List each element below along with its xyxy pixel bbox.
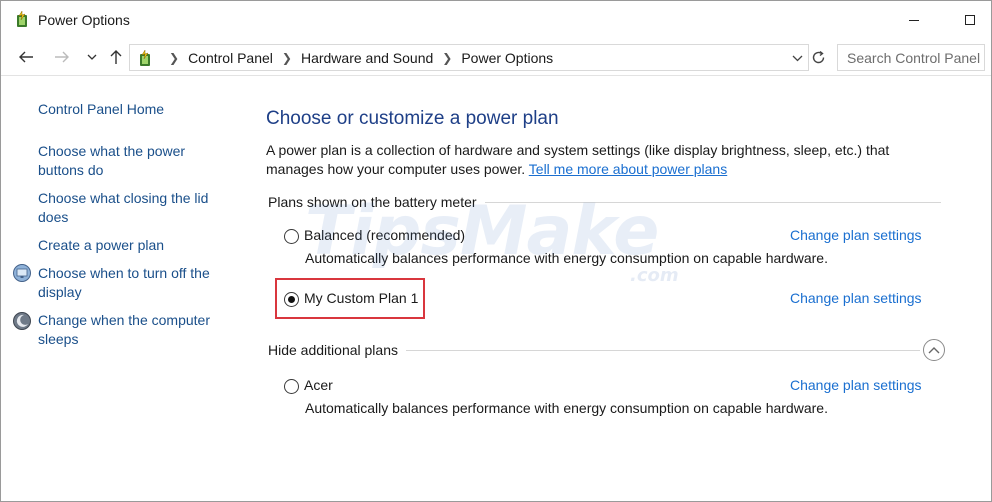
change-plan-settings-link[interactable]: Change plan settings: [790, 377, 922, 393]
choose-power-buttons-link[interactable]: Choose what the power buttons do: [38, 142, 228, 180]
refresh-icon: [812, 50, 824, 63]
turn-off-display-link[interactable]: Choose when to turn off the display: [38, 264, 228, 302]
arrow-up-icon: [110, 50, 122, 64]
back-button[interactable]: [15, 46, 37, 68]
battery-plans-heading: Plans shown on the battery meter: [268, 194, 485, 210]
window-title: Power Options: [38, 12, 130, 28]
maximize-icon: [965, 15, 975, 25]
change-plan-settings-link[interactable]: Change plan settings: [790, 290, 922, 306]
page-title: Choose or customize a power plan: [266, 108, 559, 129]
sidebar-link-line: Choose when to turn off the: [38, 265, 210, 281]
display-icon: [13, 264, 31, 282]
moon-sleep-icon: [13, 312, 31, 330]
plan-description: Automatically balances performance with …: [305, 250, 828, 266]
sidebar-link-line: sleeps: [38, 331, 79, 347]
breadcrumb: ❯ Control Panel ❯ Hardware and Sound ❯ P…: [160, 50, 553, 66]
plan-name[interactable]: Acer: [304, 377, 333, 393]
arrow-right-icon: [55, 51, 69, 63]
breadcrumb-separator-icon[interactable]: ❯: [282, 51, 292, 65]
breadcrumb-power-options[interactable]: Power Options: [461, 50, 553, 66]
additional-plans-heading[interactable]: Hide additional plans: [268, 342, 406, 358]
choose-closing-lid-link[interactable]: Choose what closing the lid does: [38, 189, 228, 227]
arrow-left-icon: [19, 51, 33, 63]
control-panel-home-link[interactable]: Control Panel Home: [38, 100, 228, 119]
sidebar-link-line: Create a power plan: [38, 237, 165, 253]
collapse-additional-plans-button[interactable]: [923, 339, 945, 361]
main-content: Choose or customize a power plan A power…: [266, 77, 956, 501]
sidebar-link-line: Choose what the power: [38, 143, 186, 159]
minimize-icon: [909, 19, 919, 21]
page-description: A power plan is a collection of hardware…: [266, 141, 926, 179]
chevron-down-icon: [792, 55, 802, 61]
plan-acer-radio[interactable]: [284, 379, 299, 394]
maximize-button[interactable]: [947, 3, 992, 37]
sidebar-link-line: does: [38, 209, 69, 225]
recent-locations-button[interactable]: [81, 46, 103, 68]
chevron-down-icon: [87, 54, 97, 60]
breadcrumb-separator-icon[interactable]: ❯: [169, 51, 179, 65]
highlight-box: [275, 278, 425, 319]
search-input[interactable]: [838, 45, 984, 70]
control-panel-icon: [140, 49, 150, 66]
sidebar: Control Panel Home Choose what the power…: [1, 77, 241, 501]
create-power-plan-link[interactable]: Create a power plan: [38, 236, 228, 255]
plan-name[interactable]: Balanced (recommended): [304, 227, 465, 243]
breadcrumb-separator-icon[interactable]: ❯: [442, 51, 452, 65]
sidebar-link-line: Change when the computer: [38, 312, 210, 328]
sidebar-link-line: display: [38, 284, 82, 300]
minimize-button[interactable]: [891, 3, 937, 37]
address-bar[interactable]: ❯ Control Panel ❯ Hardware and Sound ❯ P…: [129, 44, 809, 71]
search-box[interactable]: [837, 44, 985, 71]
up-button[interactable]: [105, 46, 127, 68]
plan-description: Automatically balances performance with …: [305, 400, 828, 416]
computer-sleeps-link[interactable]: Change when the computer sleeps: [38, 311, 228, 349]
change-plan-settings-link[interactable]: Change plan settings: [790, 227, 922, 243]
chevron-up-icon: [928, 347, 940, 354]
sidebar-link-line: buttons do: [38, 162, 104, 178]
breadcrumb-hardware-and-sound[interactable]: Hardware and Sound: [301, 50, 433, 66]
power-options-icon: [17, 10, 27, 27]
learn-more-link[interactable]: Tell me more about power plans: [529, 161, 727, 177]
address-dropdown-button[interactable]: [788, 48, 806, 68]
title-bar: Power Options: [1, 1, 991, 39]
forward-button[interactable]: [51, 46, 73, 68]
plan-balanced-radio[interactable]: [284, 229, 299, 244]
sidebar-link-line: Choose what closing the lid: [38, 190, 209, 206]
breadcrumb-control-panel[interactable]: Control Panel: [188, 50, 273, 66]
refresh-button[interactable]: [807, 46, 829, 68]
navigation-bar: ❯ Control Panel ❯ Hardware and Sound ❯ P…: [1, 40, 991, 76]
